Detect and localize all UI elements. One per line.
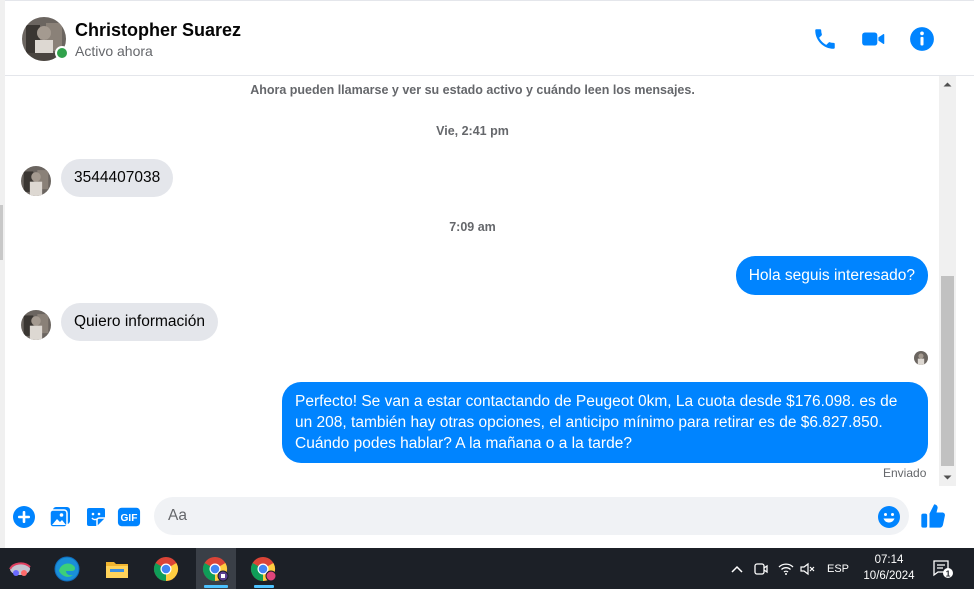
sender-avatar[interactable]	[21, 310, 51, 340]
scrollbar-thumb[interactable]	[941, 276, 954, 466]
message-composer: GIF	[5, 486, 974, 548]
edge-browser-icon[interactable]	[47, 548, 87, 589]
start-app-icon[interactable]	[0, 548, 40, 589]
message-input[interactable]	[154, 497, 909, 535]
sticker-icon[interactable]	[84, 505, 108, 529]
svg-text:GIF: GIF	[121, 513, 138, 524]
svg-text:1: 1	[946, 568, 951, 578]
contact-status: Activo ahora	[75, 43, 153, 59]
show-hidden-icons-chevron-icon[interactable]	[727, 548, 747, 589]
incoming-message[interactable]: Quiero información	[61, 303, 218, 341]
gif-icon[interactable]: GIF	[117, 505, 143, 529]
window-edge-mark	[0, 205, 3, 260]
clock-date: 10/6/2024	[863, 570, 915, 582]
emoji-icon[interactable]	[877, 505, 901, 529]
volume-muted-icon[interactable]	[798, 548, 818, 589]
contact-name[interactable]: Christopher Suarez	[75, 20, 241, 41]
clock-time: 07:14	[874, 554, 904, 566]
outgoing-message[interactable]: Perfecto! Se van a estar contactando de …	[282, 382, 928, 463]
notification-center-icon[interactable]: 1	[928, 548, 958, 589]
window-top-border	[5, 0, 974, 6]
timestamp: Vie, 2:41 pm	[436, 124, 509, 138]
sender-avatar[interactable]	[21, 166, 51, 196]
photo-icon[interactable]	[48, 505, 72, 529]
scroll-down-arrow-icon[interactable]	[939, 469, 956, 486]
system-notice: Ahora pueden llamarse y ver su estado ac…	[250, 83, 695, 97]
chrome-profile-2-icon[interactable]	[244, 548, 284, 589]
language-indicator[interactable]: ESP	[824, 548, 852, 589]
add-icon[interactable]	[12, 505, 36, 529]
chrome-browser-icon[interactable]	[146, 548, 186, 589]
info-icon[interactable]	[909, 26, 935, 52]
chat-scrollbar[interactable]	[939, 76, 956, 486]
message-thread[interactable]: Ahora pueden llamarse y ver su estado ac…	[5, 76, 940, 486]
like-icon[interactable]	[919, 502, 947, 530]
system-clock[interactable]: 07:14 10/6/2024	[852, 552, 926, 584]
window-right-edge	[956, 76, 974, 548]
scroll-up-arrow-icon[interactable]	[939, 76, 956, 93]
online-indicator	[55, 46, 69, 60]
timestamp: 7:09 am	[449, 220, 496, 234]
windows-taskbar: ESP 07:14 10/6/2024 1	[0, 548, 974, 589]
sent-status: Enviado	[883, 466, 927, 480]
file-explorer-icon[interactable]	[97, 548, 137, 589]
video-call-icon[interactable]	[860, 26, 886, 52]
incoming-message[interactable]: 3544407038	[61, 159, 174, 197]
seen-indicator-avatar	[914, 351, 928, 365]
conversation-header: Christopher Suarez Activo ahora	[5, 0, 974, 76]
chrome-profile-icon[interactable]	[196, 548, 236, 589]
wifi-icon[interactable]	[776, 548, 796, 589]
outgoing-message[interactable]: Hola seguis interesado?	[735, 256, 928, 295]
meet-now-icon[interactable]	[751, 548, 771, 589]
phone-icon[interactable]	[812, 26, 838, 52]
